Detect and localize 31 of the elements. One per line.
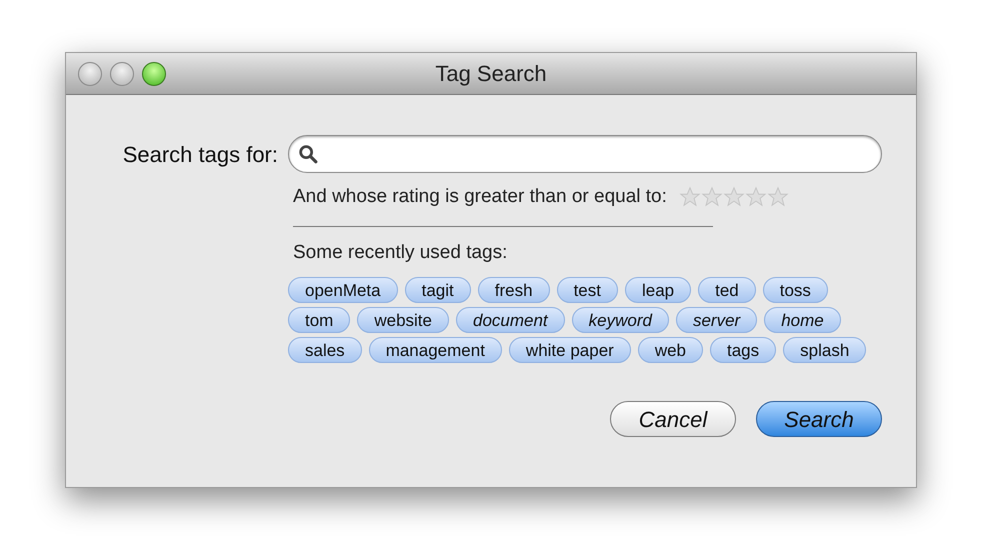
tag-chip[interactable]: leap bbox=[624, 277, 692, 303]
tag-chip[interactable]: document bbox=[456, 307, 565, 333]
search-label: Search tags for: bbox=[122, 140, 279, 169]
tag-chip[interactable]: splash bbox=[783, 337, 866, 363]
cancel-button[interactable]: Cancel bbox=[610, 401, 736, 437]
rating-label: And whose rating is greater than or equal to: bbox=[293, 185, 667, 209]
tag-chip[interactable]: white paper bbox=[508, 337, 631, 363]
search-icon bbox=[297, 143, 319, 165]
tag-chip[interactable]: management bbox=[368, 337, 502, 363]
tag-chip[interactable]: tags bbox=[710, 337, 776, 363]
search-field[interactable] bbox=[288, 135, 882, 173]
tag-chip[interactable]: fresh bbox=[478, 277, 550, 303]
tag-chip[interactable]: toss bbox=[762, 277, 828, 303]
tag-chip[interactable]: tagit bbox=[404, 277, 471, 303]
tag-chip[interactable]: ted bbox=[698, 277, 756, 303]
tag-chip[interactable]: web bbox=[638, 337, 703, 363]
search-button[interactable]: Search bbox=[756, 401, 882, 437]
tag-chip[interactable]: home bbox=[764, 307, 841, 333]
rating-stars[interactable] bbox=[678, 186, 789, 208]
window-control[interactable] bbox=[142, 62, 166, 86]
recent-tags-label: Some recently used tags: bbox=[293, 240, 508, 264]
tag-chip[interactable]: openMeta bbox=[288, 277, 398, 303]
tag-chip[interactable]: test bbox=[556, 277, 618, 303]
tag-chip[interactable]: website bbox=[357, 307, 449, 333]
window-control[interactable] bbox=[78, 62, 102, 86]
tag-chip[interactable]: tom bbox=[288, 307, 350, 333]
window-title: Tag Search bbox=[435, 61, 547, 86]
tag-chip[interactable]: sales bbox=[288, 337, 362, 363]
tag-chip[interactable]: server bbox=[676, 307, 758, 333]
tag-chip[interactable]: keyword bbox=[572, 307, 669, 333]
window-control[interactable] bbox=[110, 62, 134, 86]
